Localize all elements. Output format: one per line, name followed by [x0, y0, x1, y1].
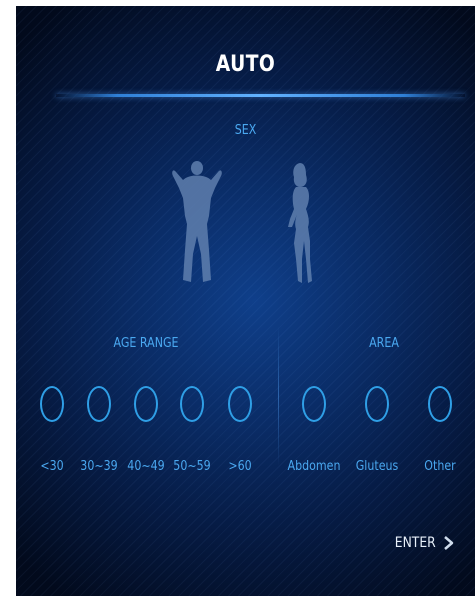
- sex-section-label: SEX: [234, 123, 257, 138]
- age-over-60-radio[interactable]: [228, 386, 252, 422]
- area-abdomen-radio[interactable]: [302, 386, 326, 422]
- area-other-label[interactable]: Other: [410, 459, 470, 474]
- area-abdomen-label[interactable]: Abdomen: [284, 459, 344, 474]
- auto-screen: AUTO SEX AGE RANGE AREA <30 30~39 40~49 …: [16, 6, 475, 596]
- area-other-radio[interactable]: [428, 386, 452, 422]
- title-divider: [56, 94, 465, 97]
- page-title: AUTO: [215, 52, 276, 77]
- chevron-right-icon: [444, 536, 454, 550]
- area-gluteus-label[interactable]: Gluteus: [347, 459, 407, 474]
- enter-label: ENTER: [394, 535, 436, 551]
- enter-button[interactable]: ENTER: [392, 535, 454, 551]
- section-divider: [278, 326, 279, 466]
- age-30-39-radio[interactable]: [87, 386, 111, 422]
- area-label: AREA: [369, 336, 399, 351]
- female-figure-icon[interactable]: [286, 161, 318, 286]
- age-under-30-radio[interactable]: [40, 386, 64, 422]
- age-40-49-radio[interactable]: [134, 386, 158, 422]
- age-50-59-radio[interactable]: [180, 386, 204, 422]
- male-figure-icon[interactable]: [171, 158, 223, 286]
- age-over-60-label[interactable]: >60: [210, 459, 270, 474]
- age-range-label: AGE RANGE: [113, 336, 179, 351]
- area-gluteus-radio[interactable]: [365, 386, 389, 422]
